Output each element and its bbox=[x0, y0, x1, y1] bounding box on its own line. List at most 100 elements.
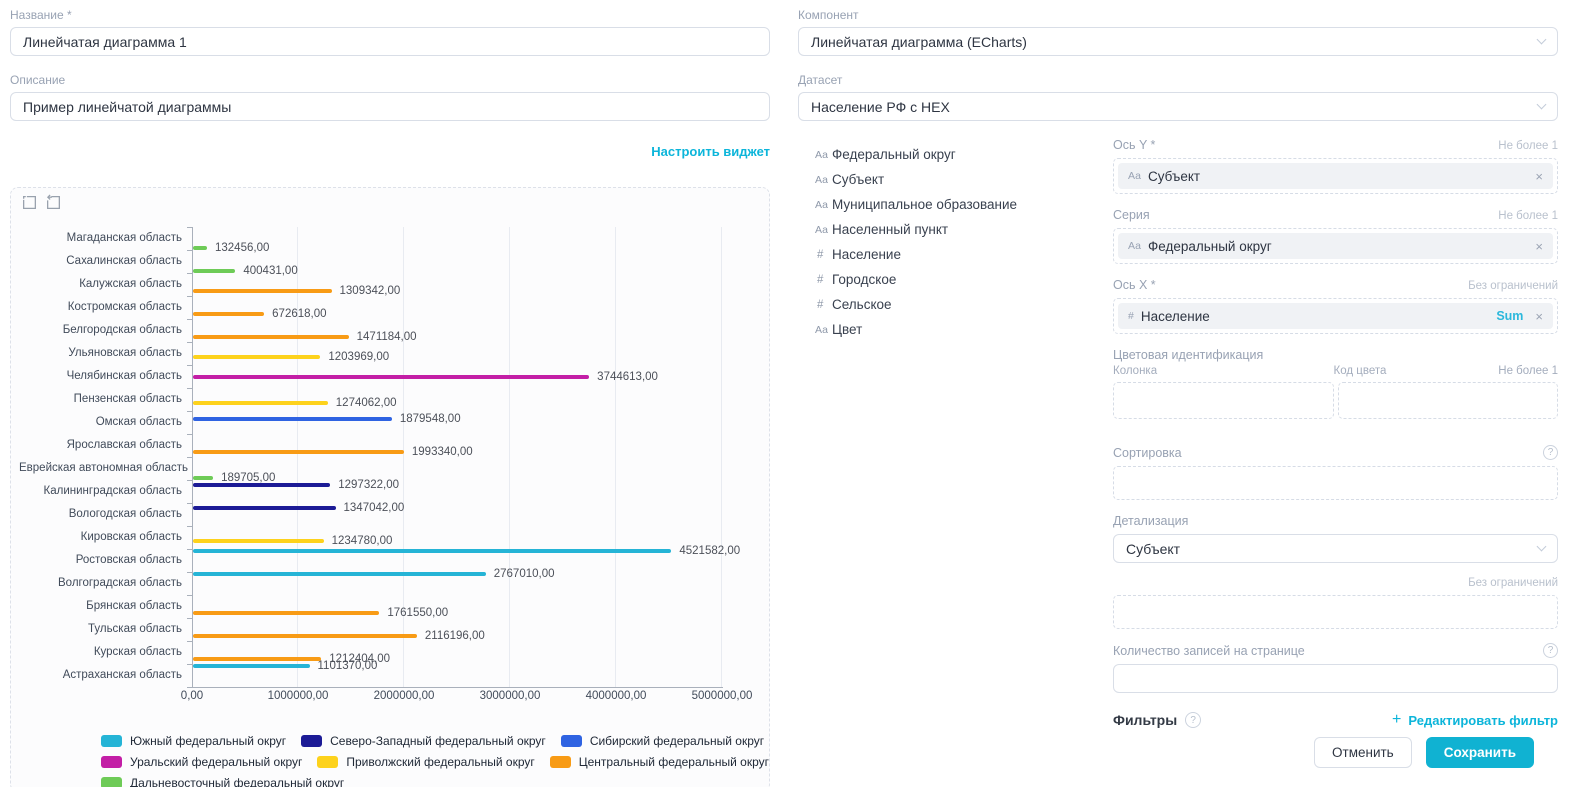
legend-item[interactable]: Приволжский федеральный округ bbox=[317, 755, 534, 769]
bar-area: 2116196,00 bbox=[192, 618, 722, 641]
help-icon[interactable]: ? bbox=[1543, 643, 1558, 658]
cancel-button[interactable]: Отменить bbox=[1314, 737, 1412, 768]
field-item[interactable]: АаМуниципальное образование bbox=[815, 192, 1113, 217]
bar-area: 400431,00 bbox=[192, 250, 722, 273]
string-type-icon: Аа bbox=[815, 174, 832, 186]
legend-row: Уральский федеральный округ Приволжский ф… bbox=[101, 755, 769, 769]
dataset-select[interactable]: Население РФ с HEX bbox=[798, 92, 1558, 121]
field-name: Населенный пункт bbox=[832, 222, 948, 237]
chart-row: Брянская область1761550,00 bbox=[19, 595, 769, 618]
y-axis-label: Ульяновская область bbox=[19, 342, 192, 365]
field-item[interactable]: АаСубъект bbox=[815, 167, 1113, 192]
bar[interactable] bbox=[193, 401, 328, 405]
y-axis-label: Курская область bbox=[19, 641, 192, 664]
bar-area: 1101370,00 bbox=[192, 664, 722, 687]
legend-item[interactable]: Дальневосточный федеральный округ bbox=[101, 776, 344, 787]
string-type-icon: Аа bbox=[1128, 240, 1141, 252]
bar[interactable] bbox=[193, 355, 320, 359]
bar[interactable] bbox=[193, 657, 321, 661]
legend-item[interactable]: Центральный федеральный округ bbox=[550, 755, 769, 769]
legend-label: Центральный федеральный округ bbox=[579, 755, 769, 769]
series-dropzone[interactable]: Аа Федеральный округ × bbox=[1113, 228, 1558, 264]
field-item[interactable]: АаЦвет bbox=[815, 317, 1113, 342]
field-item[interactable]: #Сельское bbox=[815, 292, 1113, 317]
value-label: 1234780,00 bbox=[332, 535, 393, 547]
bar[interactable] bbox=[193, 549, 671, 553]
configure-widget-link[interactable]: Настроить виджет bbox=[651, 144, 770, 159]
chart-plot: Магаданская область132456,00Сахалинская … bbox=[19, 227, 769, 708]
chart-card: Магаданская область132456,00Сахалинская … bbox=[10, 187, 770, 787]
field-item[interactable]: #Население bbox=[815, 242, 1113, 267]
dataset-fields-list: АаФедеральный округАаСубъектАаМуниципаль… bbox=[798, 138, 1113, 728]
axis-x-chip[interactable]: # Население Sum × bbox=[1118, 303, 1553, 329]
x-tick-label: 1000000,00 bbox=[268, 690, 329, 702]
axis-x-dropzone[interactable]: # Население Sum × bbox=[1113, 298, 1558, 334]
bar[interactable] bbox=[193, 506, 336, 510]
aggregation-badge[interactable]: Sum bbox=[1496, 309, 1523, 323]
legend-item[interactable]: Северо-Западный федеральный округ bbox=[301, 734, 546, 748]
bar[interactable] bbox=[193, 572, 486, 576]
field-item[interactable]: #Городское bbox=[815, 267, 1113, 292]
string-type-icon: Аа bbox=[815, 149, 832, 161]
chart-row: Ярославская область1993340,00 bbox=[19, 434, 769, 457]
bar[interactable] bbox=[193, 289, 332, 293]
remove-icon[interactable]: × bbox=[1535, 169, 1543, 184]
axis-y-dropzone[interactable]: Аа Субъект × bbox=[1113, 158, 1558, 194]
dataset-select-value: Население РФ с HEX bbox=[811, 99, 950, 115]
bar[interactable] bbox=[193, 450, 404, 454]
legend-label: Северо-Западный федеральный округ bbox=[330, 734, 546, 748]
axis-y-section: Ось Y * Не более 1 Аа Субъект × bbox=[1113, 138, 1558, 194]
legend-swatch bbox=[317, 756, 338, 768]
legend-swatch bbox=[550, 756, 571, 768]
series-chip[interactable]: Аа Федеральный округ × bbox=[1118, 233, 1553, 259]
bar[interactable] bbox=[193, 664, 310, 668]
legend-item[interactable]: Южный федеральный округ bbox=[101, 734, 286, 748]
bar[interactable] bbox=[193, 539, 324, 543]
y-axis-label: Астраханская область bbox=[19, 664, 192, 687]
bar[interactable] bbox=[193, 335, 349, 339]
legend-item[interactable]: Сибирский федеральный округ bbox=[561, 734, 764, 748]
color-identification-section: Цветовая идентификация Колонка Код цвета… bbox=[1113, 348, 1558, 419]
field-item[interactable]: АаФедеральный округ bbox=[815, 142, 1113, 167]
remove-icon[interactable]: × bbox=[1535, 309, 1543, 324]
chevron-down-icon bbox=[1537, 35, 1547, 45]
edit-filter-link[interactable]: + Редактировать фильтр bbox=[1392, 712, 1558, 728]
color-column-dropzone[interactable] bbox=[1113, 382, 1334, 419]
value-label: 1203969,00 bbox=[328, 351, 389, 363]
detail-select-value: Субъект bbox=[1126, 541, 1180, 557]
bar[interactable] bbox=[193, 611, 379, 615]
dataset-label: Датасет bbox=[798, 73, 1558, 87]
bar[interactable] bbox=[193, 417, 392, 421]
field-item[interactable]: АаНаселенный пункт bbox=[815, 217, 1113, 242]
bar[interactable] bbox=[193, 483, 330, 487]
extra-dropzone-section: Без ограничений bbox=[1113, 577, 1558, 629]
bar-area: 672618,00 bbox=[192, 296, 722, 319]
chart-row: Челябинская область3744613,00 bbox=[19, 365, 769, 388]
bar[interactable] bbox=[193, 312, 264, 316]
sorting-dropzone[interactable] bbox=[1113, 466, 1558, 500]
help-icon[interactable]: ? bbox=[1185, 712, 1201, 728]
detail-select[interactable]: Субъект bbox=[1113, 534, 1558, 563]
color-code-dropzone[interactable] bbox=[1338, 382, 1559, 419]
bar[interactable] bbox=[193, 375, 589, 379]
page-size-input[interactable] bbox=[1113, 664, 1558, 693]
help-icon[interactable]: ? bbox=[1543, 445, 1558, 460]
toolbox-restore-icon[interactable] bbox=[45, 194, 62, 216]
color-limit: Не более 1 bbox=[1498, 365, 1558, 377]
footer-actions: Отменить Сохранить bbox=[1314, 737, 1534, 768]
description-input[interactable] bbox=[10, 92, 770, 121]
y-axis-label: Магаданская область bbox=[19, 227, 192, 250]
remove-icon[interactable]: × bbox=[1535, 239, 1543, 254]
component-select[interactable]: Линейчатая диаграмма (ECharts) bbox=[798, 27, 1558, 56]
extra-dropzone[interactable] bbox=[1113, 595, 1558, 629]
save-button[interactable]: Сохранить bbox=[1426, 737, 1534, 768]
bar[interactable] bbox=[193, 634, 417, 638]
chart-row: Кировская область1234780,00 bbox=[19, 526, 769, 549]
filters-title: Фильтры bbox=[1113, 712, 1177, 728]
toolbox-datazoom-icon[interactable] bbox=[21, 194, 38, 216]
axis-y-chip[interactable]: Аа Субъект × bbox=[1118, 163, 1553, 189]
legend-swatch bbox=[101, 735, 122, 747]
legend-item[interactable]: Уральский федеральный округ bbox=[101, 755, 302, 769]
name-input[interactable] bbox=[10, 27, 770, 56]
chart-toolbox bbox=[21, 194, 769, 216]
